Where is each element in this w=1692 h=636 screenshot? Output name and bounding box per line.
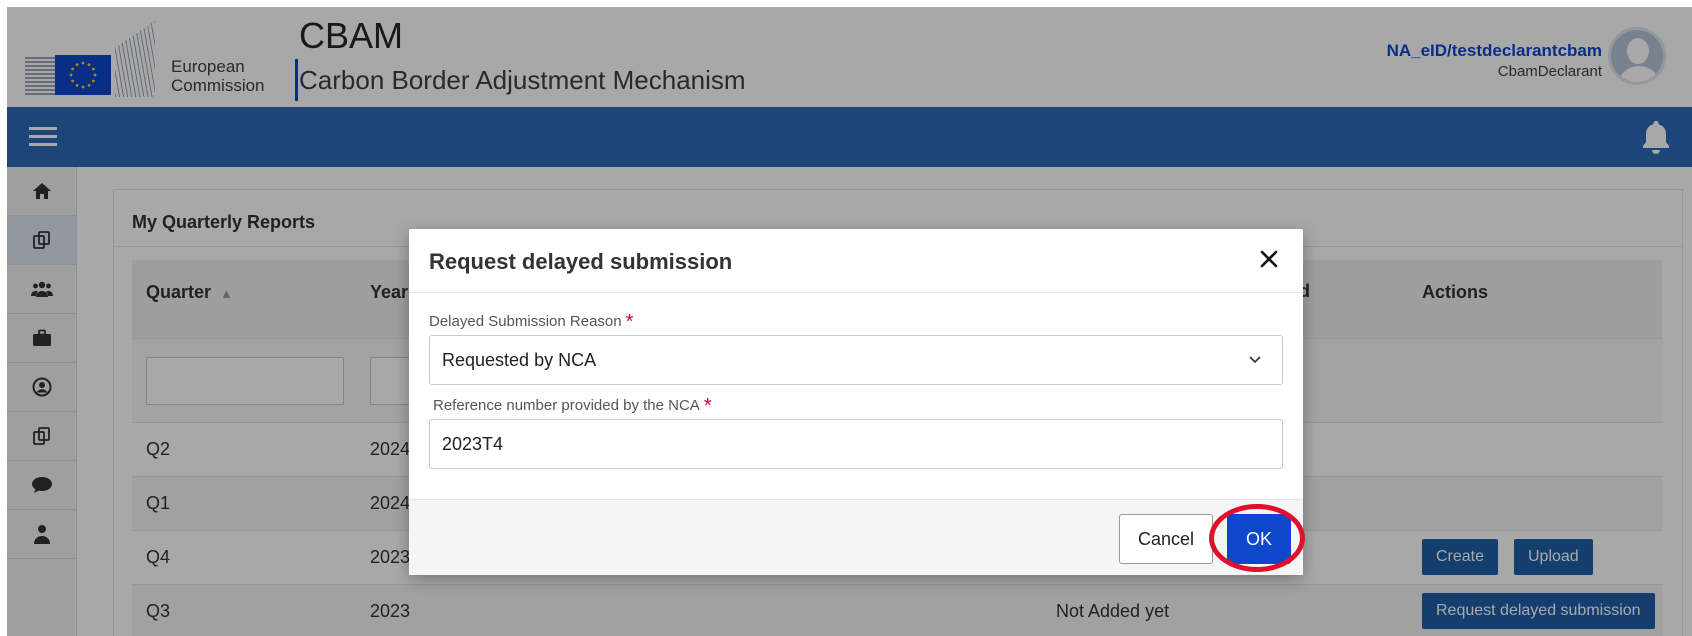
reason-label: Delayed Submission Reason * (429, 311, 634, 333)
request-delayed-submission-dialog: Request delayed submission Delayed Submi… (409, 229, 1305, 575)
cancel-button[interactable]: Cancel (1119, 514, 1213, 564)
close-icon[interactable] (1257, 247, 1281, 271)
dialog-footer: Cancel OK (409, 499, 1305, 575)
app-frame: European Commission CBAM Carbon Border A… (7, 7, 1692, 636)
delayed-submission-reason-select[interactable]: Requested by NCA (429, 335, 1283, 385)
reference-number-input[interactable]: 2023T4 (429, 419, 1283, 469)
dialog-title: Request delayed submission (429, 249, 733, 274)
chevron-down-icon (1249, 356, 1261, 364)
reference-number-value: 2023T4 (442, 434, 504, 454)
required-marker: * (703, 395, 712, 417)
required-marker: * (625, 311, 634, 333)
dialog-header: Request delayed submission (409, 229, 1303, 293)
dialog-body: Delayed Submission Reason * Requested by … (409, 293, 1303, 499)
reference-label: Reference number provided by the NCA * (433, 395, 712, 417)
highlight-annotation-circle (1209, 504, 1305, 572)
selected-reason: Requested by NCA (442, 350, 597, 370)
